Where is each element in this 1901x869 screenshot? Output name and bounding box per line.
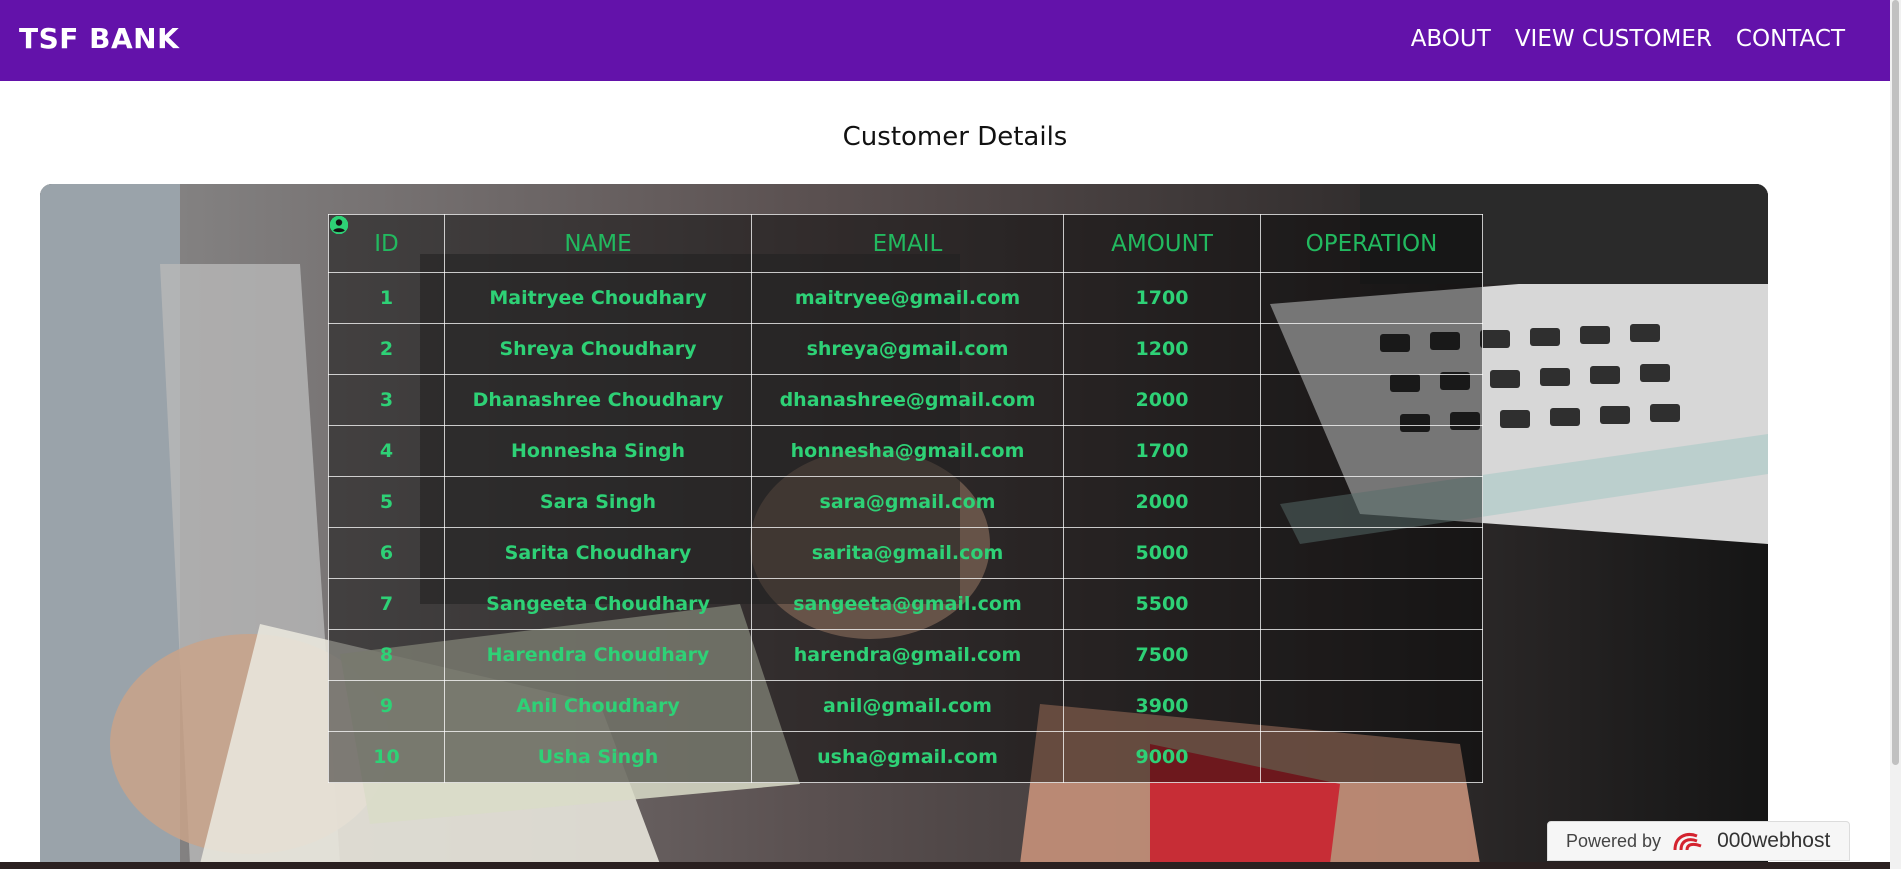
table-row: 8 Harendra Choudhary harendra@gmail.com 750…	[328, 215, 1483, 681]
nav-links: ABOUT VIEW CUSTOMER CONTACT	[1411, 26, 1845, 52]
cell-name: Shreya Choudhary	[444, 323, 752, 375]
page-scrollbar[interactable]	[1890, 0, 1901, 869]
cell-email: usha@gmail.com	[751, 731, 1064, 783]
cell-amount: 9000	[1063, 731, 1261, 783]
table-row: 3 Dhanashree Choudhary dhanashree@gmail.co…	[328, 215, 1483, 426]
cell-amount: 2000	[1063, 476, 1261, 528]
cell-operation	[329, 215, 1483, 630]
cell-id: 3	[328, 374, 445, 426]
customer-table: ID NAME EMAIL AMOUNT OPERATION 1 Maitryee…	[328, 214, 1483, 783]
cell-operation	[329, 215, 1483, 324]
cell-amount: 1200	[1063, 323, 1261, 375]
cell-operation	[329, 215, 1483, 426]
cell-name: Anil Choudhary	[444, 680, 752, 732]
table-row: 7 Sangeeta Choudhary sangeeta@gmail.com 550…	[328, 215, 1483, 630]
table-row: 1 Maitryee Choudhary maitryee@gmail.com 170…	[328, 215, 1483, 324]
top-navbar: TSF BANK ABOUT VIEW CUSTOMER CONTACT	[0, 0, 1890, 81]
page-title: Customer Details	[842, 122, 1068, 152]
cell-operation	[329, 215, 1483, 375]
col-header-name: NAME	[444, 214, 752, 273]
cell-amount: 3900	[1063, 680, 1261, 732]
cell-email: sara@gmail.com	[751, 476, 1064, 528]
cell-name: Honnesha Singh	[444, 425, 752, 477]
col-header-email: EMAIL	[751, 214, 1064, 273]
cell-amount: 5500	[1063, 578, 1261, 630]
cell-name: Sangeeta Choudhary	[444, 578, 752, 630]
cell-id: 9	[328, 680, 445, 732]
nav-link-view-customer[interactable]: VIEW CUSTOMER	[1515, 26, 1712, 52]
powered-by-badge[interactable]: Powered by 000webhost	[1547, 821, 1850, 861]
cell-id: 4	[328, 425, 445, 477]
cell-name: Maitryee Choudhary	[444, 272, 752, 324]
cell-name: Sarita Choudhary	[444, 527, 752, 579]
cell-operation	[329, 215, 1483, 783]
table-header-row: ID NAME EMAIL AMOUNT OPERATION	[328, 214, 1483, 273]
table-body: 1 Maitryee Choudhary maitryee@gmail.com 170…	[328, 215, 1483, 783]
cell-email: shreya@gmail.com	[751, 323, 1064, 375]
cell-id: 6	[328, 527, 445, 579]
table-row: 5 Sara Singh sara@gmail.com 2000	[328, 215, 1483, 528]
cell-amount: 5000	[1063, 527, 1261, 579]
cell-operation	[329, 215, 1483, 732]
powered-by-brand: 000webhost	[1717, 829, 1831, 852]
bottom-strip	[0, 862, 1890, 869]
cell-name: Sara Singh	[444, 476, 752, 528]
cell-id: 8	[328, 629, 445, 681]
table-row: 4 Honnesha Singh honnesha@gmail.com 1700	[328, 215, 1483, 477]
col-header-operation: OPERATION	[1260, 214, 1483, 273]
cell-email: sangeeta@gmail.com	[751, 578, 1064, 630]
cell-amount: 1700	[1063, 425, 1261, 477]
powered-by-label: Powered by	[1566, 830, 1662, 851]
webhost-logo-icon	[1673, 833, 1702, 851]
cell-email: sarita@gmail.com	[751, 527, 1064, 579]
brand-logo-text[interactable]: TSF BANK	[19, 22, 179, 55]
nav-link-about[interactable]: ABOUT	[1411, 26, 1491, 52]
cell-id: 1	[328, 272, 445, 324]
table-row: 6 Sarita Choudhary sarita@gmail.com 5000	[328, 215, 1483, 579]
cell-id: 2	[328, 323, 445, 375]
col-header-amount: AMOUNT	[1063, 214, 1261, 273]
nav-link-contact[interactable]: CONTACT	[1736, 26, 1845, 52]
background-photo-banner: ID NAME EMAIL AMOUNT OPERATION 1 Maitryee…	[40, 184, 1768, 864]
cell-id: 5	[328, 476, 445, 528]
scrollbar-thumb[interactable]	[1892, 0, 1899, 765]
cell-operation	[329, 215, 1483, 477]
cell-name: Harendra Choudhary	[444, 629, 752, 681]
cell-email: dhanashree@gmail.com	[751, 374, 1064, 426]
cell-operation	[329, 215, 1483, 579]
cell-name: Dhanashree Choudhary	[444, 374, 752, 426]
table-row: 2 Shreya Choudhary shreya@gmail.com 1200	[328, 215, 1483, 375]
cell-operation	[329, 215, 1483, 681]
cell-id: 10	[328, 731, 445, 783]
cell-email: honnesha@gmail.com	[751, 425, 1064, 477]
cell-amount: 2000	[1063, 374, 1261, 426]
cell-amount: 7500	[1063, 629, 1261, 681]
table-row: 10 Usha Singh usha@gmail.com 9000	[328, 215, 1483, 783]
user-circle-icon[interactable]	[329, 215, 349, 235]
cell-operation	[329, 215, 1483, 528]
cell-email: maitryee@gmail.com	[751, 272, 1064, 324]
cell-email: harendra@gmail.com	[751, 629, 1064, 681]
cell-amount: 1700	[1063, 272, 1261, 324]
cell-name: Usha Singh	[444, 731, 752, 783]
table-row: 9 Anil Choudhary anil@gmail.com 3900	[328, 215, 1483, 732]
cell-id: 7	[328, 578, 445, 630]
cell-email: anil@gmail.com	[751, 680, 1064, 732]
